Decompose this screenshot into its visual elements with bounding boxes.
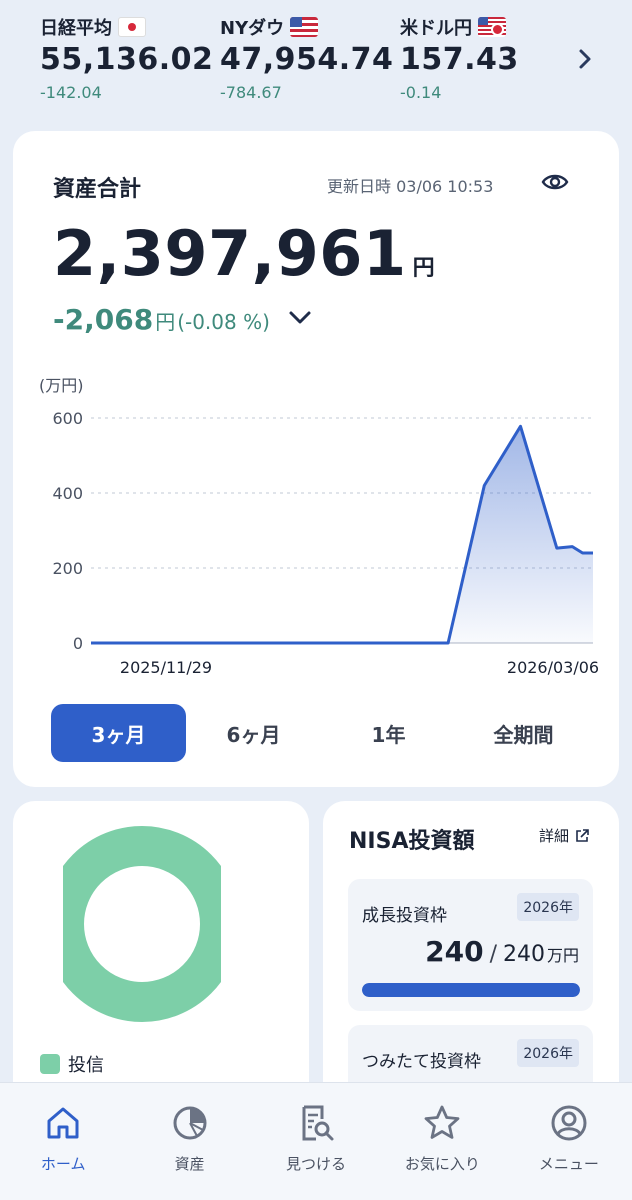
allocation-legend: 投信 bbox=[40, 1051, 104, 1077]
growth-amount: 240 / 240 万円 bbox=[425, 935, 579, 968]
star-icon bbox=[425, 1105, 460, 1139]
nav-label: メニュー bbox=[538, 1155, 599, 1173]
detail-label: 詳細 bbox=[539, 827, 570, 845]
x-tick-label: 2026/03/06 bbox=[507, 658, 599, 677]
diff-percent: (-0.08 %) bbox=[177, 310, 270, 334]
progress-fill bbox=[362, 983, 580, 997]
asset-summary-card: 資産合計 更新日時 03/06 10:53 2,397,961 円 -2,068… bbox=[13, 131, 619, 787]
updated-timestamp: 更新日時 03/06 10:53 bbox=[327, 177, 494, 196]
growth-progress-bar bbox=[362, 983, 580, 997]
daily-change: -2,068 円 (-0.08 %) bbox=[53, 303, 270, 336]
eye-icon[interactable] bbox=[541, 171, 569, 193]
diff-unit: 円 bbox=[155, 310, 176, 334]
ticker-value: 55,136.02 bbox=[40, 42, 214, 77]
period-tabs: 3ヶ月 6ヶ月 1年 全期間 bbox=[51, 704, 591, 762]
donut-slice-fund bbox=[63, 826, 221, 1022]
asset-allocation-card[interactable]: 投信 bbox=[13, 801, 309, 1121]
ticker-value: 157.43 bbox=[400, 42, 519, 77]
diff-value: -2,068 bbox=[53, 303, 154, 336]
allocation-donut-chart bbox=[63, 826, 221, 1022]
ticker-item-nikkei[interactable]: 日経平均 55,136.02 -142.04 bbox=[40, 0, 220, 112]
asset-title: 資産合計 bbox=[53, 177, 142, 202]
ticker-item-nydow[interactable]: NYダウ 47,954.74 -784.67 bbox=[220, 0, 400, 112]
amount-unit: 万円 bbox=[546, 946, 579, 965]
amount-separator: / bbox=[489, 942, 497, 967]
period-tab-3m[interactable]: 3ヶ月 bbox=[51, 704, 186, 762]
ticker-change: -0.14 bbox=[400, 83, 442, 102]
nav-label: お気に入り bbox=[404, 1155, 480, 1173]
x-tick-label: 2025/11/29 bbox=[120, 658, 212, 677]
nav-label: ホーム bbox=[40, 1155, 86, 1173]
bottom-navigation: ホーム 資産 見つける お気に入り メニュー bbox=[0, 1082, 632, 1200]
asset-history-chart: (万円) 600 400 200 0 2025/11/29 2026/03/06 bbox=[39, 376, 599, 677]
ticker-name: 日経平均 bbox=[40, 18, 112, 39]
user-icon bbox=[551, 1105, 587, 1141]
nav-label: 見つける bbox=[286, 1155, 347, 1173]
ticker-change: -784.67 bbox=[220, 83, 282, 102]
y-tick-label: 0 bbox=[73, 634, 83, 653]
chevron-down-icon[interactable] bbox=[287, 307, 313, 327]
nisa-card: NISA投資額 詳細 成長投資枠 2026年 240 / 240 万円 つみたて… bbox=[323, 801, 619, 1135]
ticker-name: NYダウ bbox=[220, 18, 285, 39]
total-unit: 円 bbox=[412, 256, 435, 281]
nav-assets[interactable]: 資産 bbox=[126, 1103, 252, 1200]
legend-swatch bbox=[40, 1054, 60, 1074]
nav-menu[interactable]: メニュー bbox=[506, 1103, 632, 1200]
nav-favorites[interactable]: お気に入り bbox=[379, 1103, 505, 1200]
nisa-detail-link[interactable]: 詳細 bbox=[539, 825, 589, 846]
growth-quota-box[interactable]: 成長投資枠 2026年 240 / 240 万円 bbox=[348, 879, 593, 1011]
y-tick-label: 400 bbox=[52, 484, 83, 503]
home-icon bbox=[47, 1107, 79, 1139]
japan-flag-icon bbox=[118, 17, 146, 37]
total-assets: 2,397,961 円 bbox=[53, 217, 435, 290]
growth-quota-title: 成長投資枠 bbox=[362, 906, 447, 926]
ticker-change: -142.04 bbox=[40, 83, 102, 102]
nav-label: 資産 bbox=[174, 1155, 205, 1173]
ticker-value: 47,954.74 bbox=[220, 42, 394, 77]
legend-label: 投信 bbox=[68, 1055, 104, 1076]
y-tick-label: 200 bbox=[52, 559, 83, 578]
us-japan-flag-icon bbox=[478, 17, 506, 37]
chevron-right-icon[interactable] bbox=[574, 46, 596, 72]
nav-home[interactable]: ホーム bbox=[0, 1103, 126, 1200]
nisa-title: NISA投資額 bbox=[349, 829, 475, 854]
ticker-name: 米ドル円 bbox=[400, 18, 472, 39]
period-tab-6m[interactable]: 6ヶ月 bbox=[186, 704, 321, 762]
limit-amount: 240 bbox=[502, 942, 545, 967]
year-badge: 2026年 bbox=[517, 893, 579, 921]
ticker-item-usdjpy[interactable]: 米ドル円 157.43 -0.14 bbox=[400, 0, 580, 112]
search-document-icon bbox=[302, 1105, 334, 1141]
market-ticker: 日経平均 55,136.02 -142.04 NYダウ 47,954.74 -7… bbox=[0, 0, 632, 112]
pie-chart-icon bbox=[173, 1106, 207, 1140]
area-fill bbox=[91, 426, 593, 643]
year-badge: 2026年 bbox=[517, 1039, 579, 1067]
total-value: 2,397,961 bbox=[53, 217, 407, 290]
nav-discover[interactable]: 見つける bbox=[253, 1103, 379, 1200]
us-flag-icon bbox=[290, 17, 319, 37]
period-tab-all[interactable]: 全期間 bbox=[456, 704, 591, 762]
used-amount: 240 bbox=[425, 935, 484, 968]
y-tick-label: 600 bbox=[52, 409, 83, 428]
tsumitate-quota-title: つみたて投資枠 bbox=[362, 1052, 481, 1072]
external-link-icon bbox=[576, 828, 589, 842]
y-axis-unit: (万円) bbox=[39, 376, 84, 395]
period-tab-1y[interactable]: 1年 bbox=[321, 704, 456, 762]
